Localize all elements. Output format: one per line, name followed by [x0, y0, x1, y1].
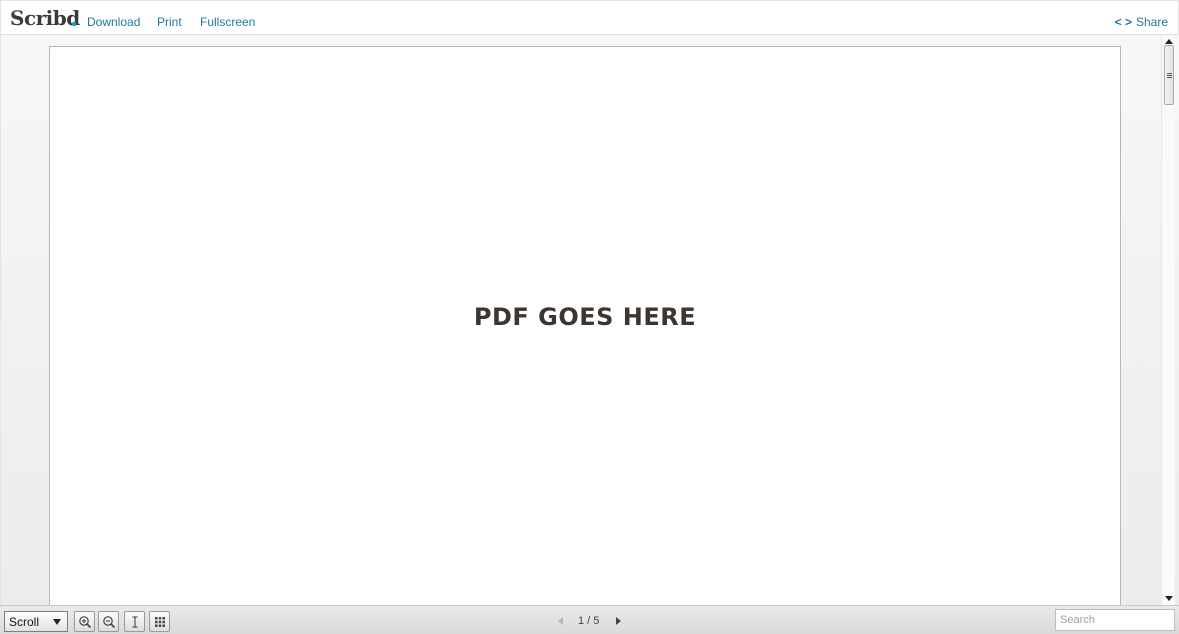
- document-page: PDF GOES HERE: [49, 46, 1121, 616]
- logo-dot: [72, 22, 76, 26]
- prev-page-icon[interactable]: [558, 617, 563, 625]
- grid-view-icon: [155, 617, 165, 627]
- zoom-in-button[interactable]: [74, 611, 95, 632]
- scribd-logo[interactable]: Scribd: [10, 6, 80, 30]
- bottom-toolbar: Scroll 1 / 5: [0, 605, 1179, 634]
- scroll-up-icon[interactable]: [1165, 39, 1173, 44]
- print-link[interactable]: Print: [157, 15, 182, 29]
- vertical-scrollbar[interactable]: [1161, 35, 1175, 605]
- scroll-thumb[interactable]: [1164, 45, 1174, 105]
- chevron-down-icon: [53, 619, 61, 625]
- document-viewer: PDF GOES HERE: [0, 35, 1179, 616]
- embed-code-icon: < >: [1114, 15, 1132, 29]
- share-label: Share: [1135, 15, 1168, 29]
- text-select-button[interactable]: [124, 611, 145, 632]
- search-input[interactable]: [1055, 609, 1175, 631]
- download-link[interactable]: Download: [87, 15, 140, 29]
- zoom-out-button[interactable]: [98, 611, 119, 632]
- share-button[interactable]: < > Share: [1115, 15, 1168, 29]
- text-select-icon: [132, 616, 138, 628]
- fullscreen-link[interactable]: Fullscreen: [200, 15, 255, 29]
- scroll-down-icon[interactable]: [1165, 596, 1173, 601]
- view-mode-value: Scroll: [9, 615, 40, 629]
- page-indicator: 1 / 5: [578, 615, 600, 627]
- grid-view-button[interactable]: [149, 611, 170, 632]
- pdf-placeholder-text: PDF GOES HERE: [473, 303, 697, 331]
- grip-icon: [1167, 73, 1172, 74]
- top-toolbar: Scribd Download Print Fullscreen < > Shar…: [0, 0, 1179, 35]
- next-page-icon[interactable]: [616, 617, 621, 625]
- view-mode-select[interactable]: Scroll: [4, 611, 68, 632]
- zoom-out-icon: [103, 616, 116, 629]
- zoom-in-icon: [79, 616, 92, 629]
